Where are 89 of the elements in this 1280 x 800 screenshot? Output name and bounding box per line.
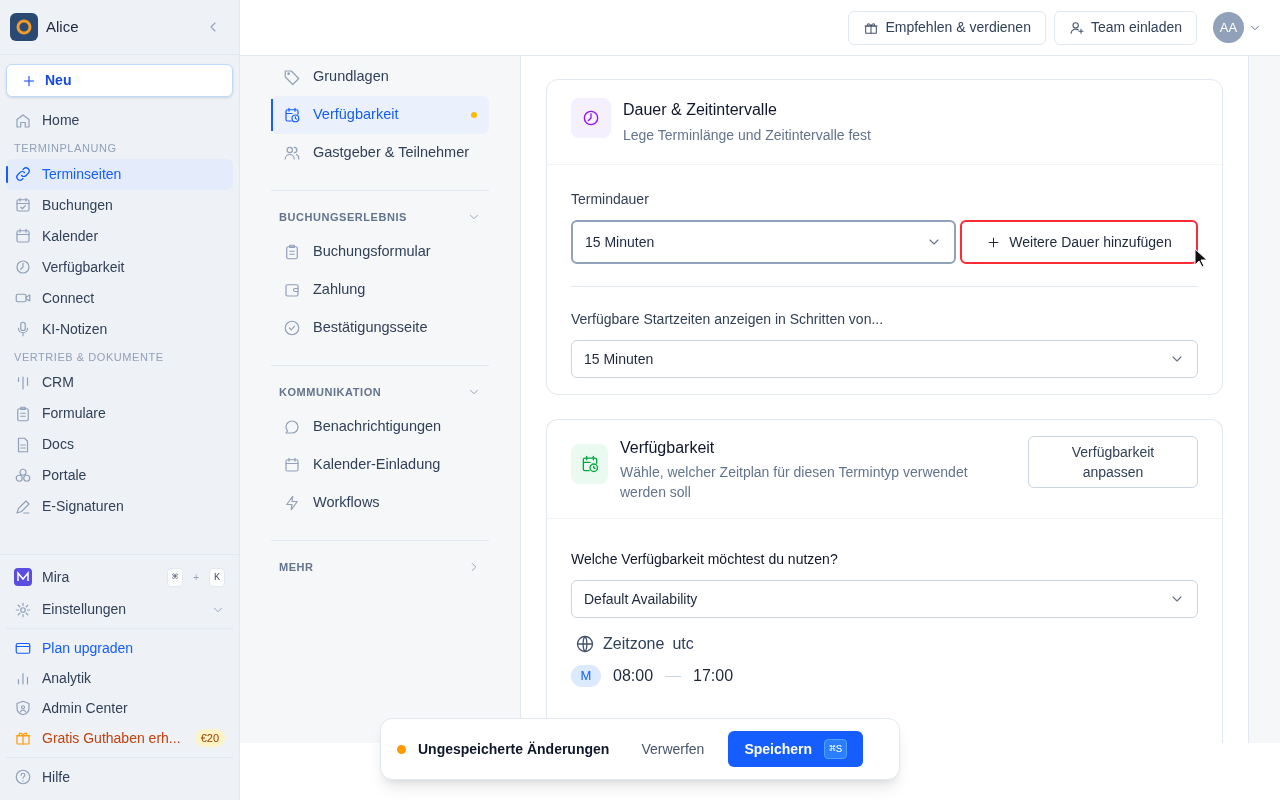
sidebar-item[interactable]: CRM bbox=[6, 367, 233, 398]
sidebar-item[interactable]: Kalender bbox=[6, 220, 233, 252]
start-time: 08:00 bbox=[613, 666, 654, 686]
plus-icon bbox=[986, 234, 1002, 250]
timezone-value: utc bbox=[672, 634, 694, 654]
calendar-check-icon bbox=[14, 196, 32, 214]
shield-icon bbox=[14, 699, 32, 717]
sidebar-item[interactable]: Docs bbox=[6, 429, 233, 460]
sidebar-item[interactable]: Home bbox=[6, 105, 233, 136]
shortcut-key: K bbox=[209, 567, 225, 587]
add-duration-button[interactable]: Weitere Dauer hinzufügen bbox=[960, 220, 1198, 264]
save-button[interactable]: Speichern ⌘S bbox=[728, 731, 864, 767]
cursor-icon bbox=[1194, 248, 1208, 268]
unsaved-message: Ungespeicherte Änderungen bbox=[418, 739, 610, 759]
people-icon bbox=[283, 144, 301, 162]
avatar: AA bbox=[1213, 12, 1244, 43]
day-badge: M bbox=[571, 665, 601, 687]
sidebar-item[interactable]: Gratis Guthaben erh... €20 bbox=[6, 723, 233, 753]
card-title: Dauer & Zeitintervalle bbox=[623, 100, 778, 120]
section-header[interactable]: MEHR bbox=[271, 559, 489, 575]
settings-nav-item[interactable]: Verfügbarkeit bbox=[271, 96, 489, 134]
field-label: Termindauer bbox=[571, 190, 650, 209]
settings-item[interactable]: Einstellungen bbox=[6, 593, 233, 626]
top-bar-button[interactable]: Team einladen bbox=[1053, 10, 1197, 45]
new-button[interactable]: Neu bbox=[6, 64, 233, 97]
card-subtitle: Lege Terminlänge und Zeitintervalle fest bbox=[623, 126, 871, 145]
top-bar-button[interactable]: Empfehlen & verdienen bbox=[848, 10, 1046, 45]
sidebar-item[interactable]: E-Signaturen bbox=[6, 491, 233, 522]
field-label: Verfügbare Startzeiten anzeigen in Schritten von... bbox=[571, 310, 885, 329]
sidebar-item[interactable]: Portale bbox=[6, 460, 233, 491]
bolt-icon bbox=[283, 494, 301, 512]
workspace-logo-icon bbox=[10, 13, 38, 41]
shortcut-joiner: + bbox=[193, 570, 199, 585]
sidebar-item[interactable]: Terminseiten bbox=[6, 158, 233, 190]
section-header[interactable]: KOMMUNIKATION bbox=[271, 384, 489, 400]
active-indicator bbox=[271, 99, 273, 131]
calendar-clock-icon bbox=[283, 106, 301, 124]
help-icon bbox=[14, 768, 32, 786]
user-plus-icon bbox=[1068, 19, 1085, 36]
cubes-icon bbox=[14, 466, 32, 485]
clipboard-icon bbox=[14, 404, 32, 423]
end-time: 17:00 bbox=[693, 666, 734, 686]
clock-icon bbox=[14, 258, 32, 276]
select-field[interactable]: 15 Minuten bbox=[571, 220, 956, 264]
select-field[interactable]: Default Availability bbox=[571, 580, 1198, 618]
clock-icon bbox=[581, 108, 601, 128]
check-badge-icon bbox=[283, 319, 301, 337]
credit-badge: €20 bbox=[194, 728, 225, 748]
sidebar-item[interactable]: Buchungen bbox=[6, 189, 233, 221]
sidebar-item[interactable]: Admin Center bbox=[6, 693, 233, 723]
select-field[interactable]: 15 Minuten bbox=[571, 340, 1198, 378]
globe-icon bbox=[575, 634, 595, 654]
settings-nav-item[interactable]: Kalender-Einladung bbox=[271, 446, 489, 484]
sidebar-item[interactable]: Plan upgraden bbox=[6, 633, 233, 663]
link-icon bbox=[14, 165, 32, 183]
settings-nav-item[interactable]: Bestätigungsseite bbox=[271, 309, 489, 347]
adjust-availability-button[interactable]: Verfügbarkeit anpassen bbox=[1028, 436, 1198, 488]
settings-nav-item[interactable]: Buchungsformular bbox=[271, 233, 489, 271]
wallet-icon bbox=[283, 281, 301, 299]
sidebar-item[interactable]: Connect bbox=[6, 282, 233, 314]
calendar-icon bbox=[283, 456, 301, 474]
section-heading: TERMINPLANUNG bbox=[13, 141, 118, 156]
card-title: Verfügbarkeit bbox=[620, 438, 716, 458]
settings-nav-item[interactable]: Gastgeber & Teilnehmer bbox=[271, 134, 489, 172]
mira-label: Mira bbox=[42, 567, 71, 587]
discard-button[interactable]: Verwerfen bbox=[629, 732, 717, 766]
field-label: Welche Verfügbarkeit möchtest du nutzen? bbox=[571, 550, 839, 569]
sidebar-item[interactable]: Verfügbarkeit bbox=[6, 251, 233, 283]
sidebar-item[interactable]: KI-Notizen bbox=[6, 313, 233, 345]
timezone-label: Zeitzone bbox=[603, 634, 665, 654]
section-heading: VERTRIEB & DOKUMENTE bbox=[13, 349, 165, 365]
help-item[interactable]: Hilfe bbox=[6, 762, 233, 792]
card-subtitle: Wähle, welcher Zeitplan für diesen Termintyp verwendet werden soll bbox=[620, 463, 969, 502]
section-header[interactable]: BUCHUNGSERLEBNIS bbox=[271, 209, 489, 225]
settings-nav-item[interactable]: Workflows bbox=[271, 484, 489, 522]
shortcut-key: ⌘ bbox=[167, 567, 184, 587]
clipboard-icon bbox=[283, 243, 301, 261]
chat-icon bbox=[283, 418, 301, 436]
active-indicator bbox=[6, 165, 8, 183]
settings-nav-item[interactable]: Zahlung bbox=[271, 271, 489, 309]
tag-icon bbox=[283, 68, 301, 86]
workspace-name: Alice bbox=[46, 16, 79, 37]
calendar-icon bbox=[14, 227, 32, 245]
mira-logo-icon bbox=[14, 568, 32, 586]
settings-nav-item[interactable]: Grundlagen bbox=[271, 58, 489, 96]
shortcut-key: ⌘S bbox=[824, 738, 848, 760]
sidebar-item[interactable]: Formulare bbox=[6, 398, 233, 429]
sidebar-item[interactable]: Analytik bbox=[6, 663, 233, 693]
settings-nav-item[interactable]: Benachrichtigungen bbox=[271, 408, 489, 446]
